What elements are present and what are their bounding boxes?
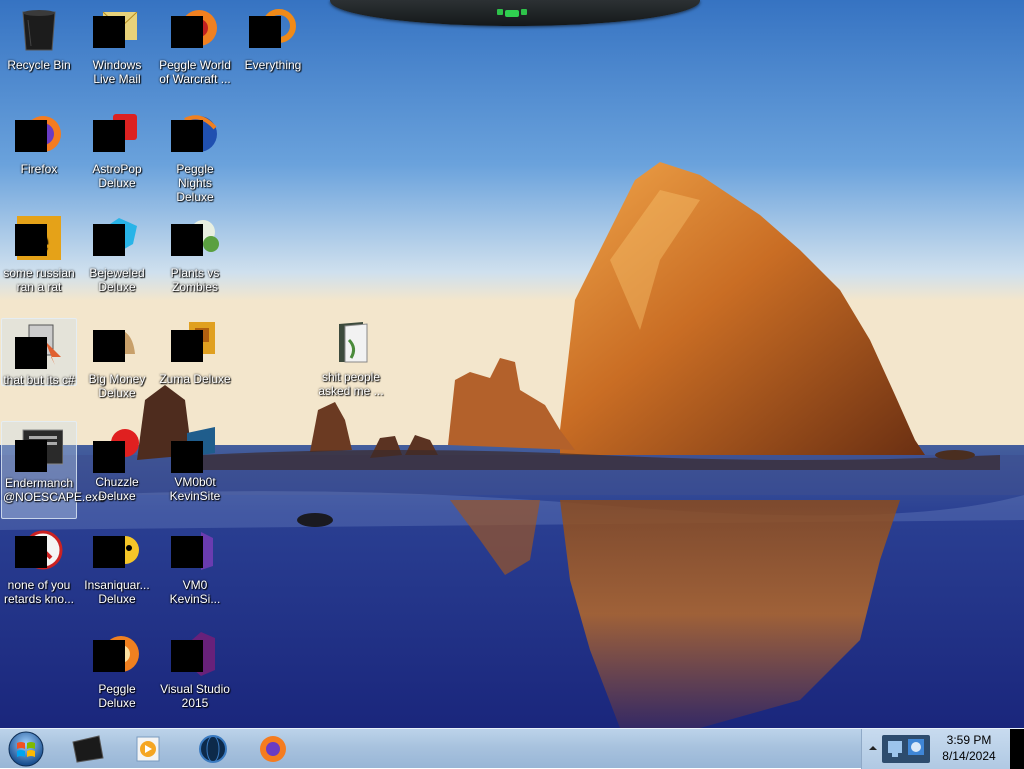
redaction-block bbox=[171, 16, 203, 48]
desktop-icon-astropop[interactable]: AstroPop Deluxe bbox=[79, 108, 155, 190]
taskbar-app-black-folder[interactable] bbox=[60, 731, 116, 767]
green-led-icon bbox=[497, 9, 527, 17]
redaction-block bbox=[15, 536, 47, 568]
redaction-block bbox=[249, 16, 281, 48]
desktop-icon-plants-vs-zombies[interactable]: Plants vs Zombies bbox=[157, 212, 233, 294]
show-hidden-icons-chevron-icon[interactable] bbox=[866, 741, 880, 755]
windows-start-orb-icon[interactable] bbox=[4, 730, 48, 768]
system-clock[interactable]: 3:59 PM 8/14/2024 bbox=[930, 732, 1008, 764]
media-player-icon bbox=[136, 736, 160, 762]
folder-icon bbox=[339, 322, 368, 363]
desktop-icon-firefox[interactable]: Firefox bbox=[1, 108, 77, 176]
redaction-block bbox=[93, 120, 125, 152]
network-icon bbox=[888, 739, 924, 757]
redaction-block bbox=[93, 441, 125, 473]
tray-icons[interactable] bbox=[882, 735, 930, 763]
taskbar: 3:59 PM 8/14/2024 bbox=[0, 728, 1024, 769]
redaction-block bbox=[93, 640, 125, 672]
redaction-block bbox=[171, 120, 203, 152]
desktop-icon-that-but-its-csharp[interactable]: that but its c# bbox=[1, 318, 77, 387]
desktop-icon-insaniquarium[interactable]: Insaniquar... Deluxe bbox=[79, 524, 155, 606]
desktop-icon-chuzzle[interactable]: Chuzzle Deluxe bbox=[79, 421, 155, 503]
desktop-icon-none-of-you[interactable]: none of you retards kno... bbox=[1, 524, 77, 606]
redaction-block bbox=[171, 640, 203, 672]
desktop-icon-visual-studio[interactable]: Visual Studio 2015 bbox=[157, 628, 233, 710]
black-folder-icon bbox=[72, 735, 104, 763]
redaction-block bbox=[171, 536, 203, 568]
desktop-icon-bejeweled[interactable]: Bejeweled Deluxe bbox=[79, 212, 155, 294]
taskbar-app-media-player[interactable] bbox=[120, 731, 176, 767]
notification-area: 3:59 PM 8/14/2024 bbox=[861, 729, 1024, 769]
clock-time: 3:59 PM bbox=[946, 733, 992, 747]
recycle-bin-icon bbox=[22, 10, 56, 51]
show-desktop-button[interactable] bbox=[1010, 729, 1024, 769]
desktop-icon-folder[interactable]: shit people asked me ... bbox=[313, 316, 389, 398]
desktop-icon-recycle-bin[interactable]: Recycle Bin bbox=[1, 4, 77, 72]
redaction-block bbox=[15, 224, 47, 256]
redaction-block bbox=[171, 224, 203, 256]
desktop-icon-peggle-wow[interactable]: Peggle World of Warcraft ... bbox=[157, 4, 233, 86]
desktop-icon-windows-live-mail[interactable]: Windows Live Mail bbox=[79, 4, 155, 86]
redaction-block bbox=[93, 16, 125, 48]
desktop-icon-russian-rat[interactable]: e some russian ran a rat bbox=[1, 212, 77, 294]
redaction-block bbox=[93, 224, 125, 256]
desktop-icon-vm0b0t[interactable]: VM0b0t KevinSite bbox=[157, 421, 233, 503]
desktop-icon-noescape-exe[interactable]: Endermanch @NOESCAPE.exe bbox=[1, 421, 105, 519]
redaction-block bbox=[171, 441, 203, 473]
firefox-icon bbox=[260, 736, 286, 762]
clock-date: 8/14/2024 bbox=[942, 749, 996, 763]
desktop-icon-zuma[interactable]: Zuma Deluxe bbox=[157, 318, 233, 386]
redaction-block bbox=[93, 536, 125, 568]
redaction-block bbox=[171, 330, 203, 362]
desktop-icon-big-money[interactable]: Big Money Deluxe bbox=[79, 318, 155, 400]
desktop-icon-peggle-nights[interactable]: Peggle Nights Deluxe bbox=[157, 108, 233, 204]
desktop-icon-everything[interactable]: Everything bbox=[235, 4, 311, 72]
desktop-icon-vm0[interactable]: VM0 KevinSi... bbox=[157, 524, 233, 606]
redaction-block bbox=[15, 120, 47, 152]
redaction-block bbox=[15, 440, 47, 472]
taskbar-app-firefox[interactable] bbox=[245, 731, 301, 767]
redaction-block bbox=[93, 330, 125, 362]
desktop-icon-peggle-deluxe[interactable]: Peggle Deluxe bbox=[79, 628, 155, 710]
taskbar-app-globe[interactable] bbox=[185, 731, 241, 767]
globe-icon bbox=[199, 735, 227, 763]
redaction-block bbox=[15, 337, 47, 369]
